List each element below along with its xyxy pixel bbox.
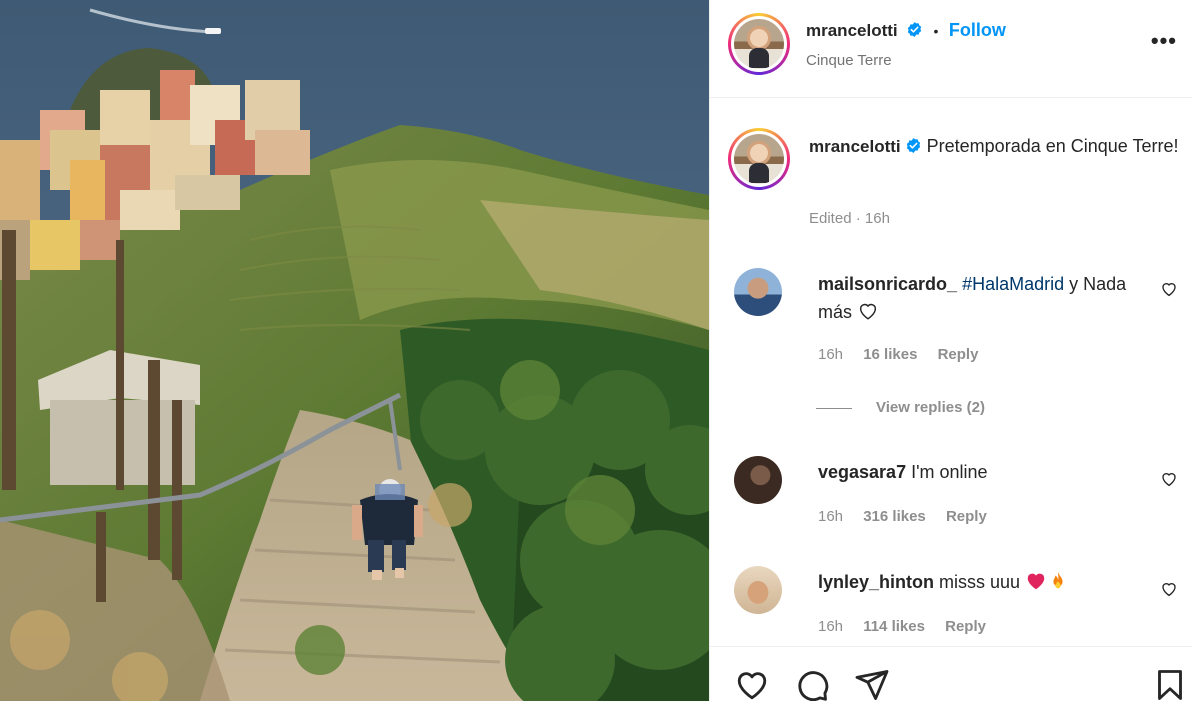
commenter-avatar[interactable] xyxy=(734,566,782,614)
comment-text: mailsonricardo_ #HalaMadrid y Nada más xyxy=(818,270,1138,326)
comment-likes[interactable]: 316 likes xyxy=(863,508,926,525)
like-comment-heart-icon[interactable] xyxy=(1160,280,1178,298)
comment-body: misss uuu xyxy=(939,572,1021,592)
commenter-username[interactable]: lynley_hinton xyxy=(818,572,934,592)
comment-meta: 16h 16 likes Reply xyxy=(818,346,994,363)
reply-button[interactable]: Reply xyxy=(945,618,986,635)
post-header: mrancelotti • Follow Cinque Terre ••• xyxy=(710,0,1192,98)
comment-time[interactable]: 16h xyxy=(818,346,843,363)
commenter-avatar[interactable] xyxy=(734,456,782,504)
separator-dot: • xyxy=(933,23,939,39)
post-action-bar xyxy=(710,646,1192,701)
comment-icon[interactable] xyxy=(794,667,830,701)
caption-username[interactable]: mrancelotti xyxy=(809,137,901,156)
caption-author-avatar[interactable] xyxy=(728,128,790,190)
view-replies-label: View replies (2) xyxy=(876,399,985,416)
like-comment-heart-icon[interactable] xyxy=(1160,580,1178,598)
comment-time[interactable]: 16h xyxy=(818,508,843,525)
caption-body: Pretemporada en Cinque Terre! xyxy=(926,136,1179,156)
white-heart-emoji-icon xyxy=(859,303,877,320)
fire-emoji-icon xyxy=(1053,571,1063,589)
bookmark-icon[interactable] xyxy=(1152,667,1188,701)
follow-button[interactable]: Follow xyxy=(949,20,1006,40)
reply-button[interactable]: Reply xyxy=(938,346,979,363)
view-replies-button[interactable]: View replies (2) xyxy=(816,399,985,416)
post-details-panel: mrancelotti • Follow Cinque Terre ••• mr… xyxy=(709,0,1192,701)
caption-meta: Edited · 16h xyxy=(809,210,890,227)
commenter-username[interactable]: mailsonricardo_ xyxy=(818,274,957,294)
comment-text: lynley_hinton misss uuu xyxy=(818,568,1138,596)
commenter-avatar[interactable] xyxy=(734,268,782,316)
reply-button[interactable]: Reply xyxy=(946,508,987,525)
cinque-terre-hiking-photo xyxy=(0,0,709,701)
commenter-username[interactable]: vegasara7 xyxy=(818,462,906,482)
instagram-post-modal: mrancelotti • Follow Cinque Terre ••• mr… xyxy=(0,0,1192,701)
post-photo[interactable] xyxy=(0,0,709,701)
comment-body: I'm online xyxy=(911,462,988,482)
verified-badge-icon xyxy=(907,22,922,37)
heart-icon[interactable] xyxy=(734,667,770,701)
more-options-icon[interactable]: ••• xyxy=(1151,28,1177,54)
like-comment-heart-icon[interactable] xyxy=(1160,470,1178,488)
caption-time[interactable]: 16h xyxy=(865,210,890,227)
header-username-row: mrancelotti • Follow xyxy=(806,20,1006,41)
caption-text-block: mrancelotti Pretemporada en Cinque Terre… xyxy=(809,132,1189,161)
comment-hashtag-link[interactable]: #HalaMadrid xyxy=(962,274,1064,294)
edited-label: Edited xyxy=(809,210,852,227)
comment-time[interactable]: 16h xyxy=(818,618,843,635)
red-heart-emoji-icon xyxy=(1027,573,1045,590)
author-avatar[interactable] xyxy=(728,13,790,75)
share-icon[interactable] xyxy=(854,667,890,701)
comment-likes[interactable]: 114 likes xyxy=(863,618,925,635)
author-username[interactable]: mrancelotti xyxy=(806,21,898,40)
comment-text: vegasara7 I'm online xyxy=(818,458,1138,486)
comment-meta: 16h 316 likes Reply xyxy=(818,508,1003,525)
post-location[interactable]: Cinque Terre xyxy=(806,52,892,69)
view-replies-line xyxy=(816,407,852,409)
verified-badge-icon xyxy=(906,138,920,153)
comment-likes[interactable]: 16 likes xyxy=(863,346,917,363)
comment-meta: 16h 114 likes Reply xyxy=(818,618,1002,635)
